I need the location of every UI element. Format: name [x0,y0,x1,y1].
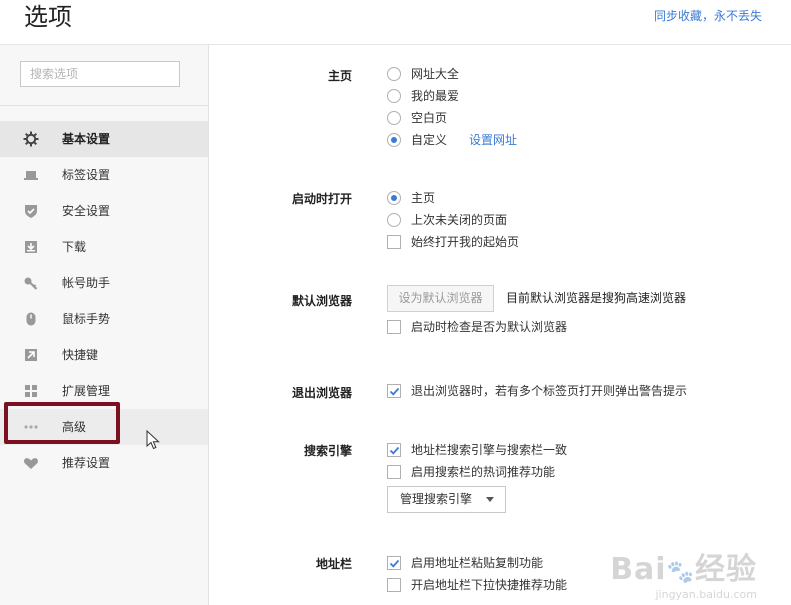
section-label-startup: 启动时打开 [291,192,352,206]
key-icon [22,274,40,292]
sidebar-item-label: 帐号助手 [62,276,111,290]
sidebar-item-label: 下载 [62,240,87,254]
radio-button-selected[interactable] [387,133,401,147]
baidu-jingyan-watermark: Bai🐾经验 jingyan.baidu.com [610,544,757,601]
section-label-search-engine: 搜索引擎 [303,444,352,458]
radio-button-selected[interactable] [387,191,401,205]
checkbox[interactable] [387,320,401,334]
radio-button[interactable] [387,67,401,81]
sidebar-item-recommended-settings[interactable]: 推荐设置 [0,445,208,481]
default-browser-status: 目前默认浏览器是搜狗高速浏览器 [506,291,687,305]
sidebar-item-security-settings[interactable]: 安全设置 [0,193,208,229]
sidebar-item-download[interactable]: 下载 [0,229,208,265]
heart-icon [22,454,40,472]
sidebar-item-shortcut-keys[interactable]: 快捷键 [0,337,208,373]
sync-favorites-link[interactable]: 同步收藏，永不丢失 [654,7,762,24]
watermark-logo: Bai🐾经验 [610,552,757,587]
header: 选项 同步收藏，永不丢失 [0,0,791,45]
sidebar-item-label: 鼠标手势 [62,312,111,326]
search-input[interactable] [20,61,180,87]
section-label-address-bar: 地址栏 [315,557,352,571]
gear-icon [22,130,40,148]
settings-content: 主页 网址大全 我的最爱 空白页 自定义 设置网址 启动时打开 主页 上次未关闭… [209,45,791,605]
section-label-default-browser: 默认浏览器 [291,294,352,308]
sidebar-item-label: 基本设置 [62,132,111,146]
set-url-link[interactable]: 设置网址 [469,131,517,149]
page-title: 选项 [24,3,72,31]
download-icon [22,238,40,256]
sidebar-item-account-assistant[interactable]: 帐号助手 [0,265,208,301]
checkbox[interactable] [387,465,401,479]
sidebar-item-mouse-gesture[interactable]: 鼠标手势 [0,301,208,337]
caret-down-icon [486,497,494,502]
sidebar-item-label: 推荐设置 [62,456,111,470]
checkbox-checked[interactable] [387,443,401,457]
sidebar-divider [0,105,208,106]
checkbox[interactable] [387,235,401,249]
set-default-browser-button[interactable]: 设为默认浏览器 [387,285,494,312]
checkbox-checked[interactable] [387,556,401,570]
manage-search-engine-dropdown[interactable]: 管理搜索引擎 [387,486,506,513]
mouse-cursor-icon [146,429,160,453]
manage-search-engine-label: 管理搜索引擎 [400,492,473,506]
sidebar-item-tab-settings[interactable]: 标签设置 [0,157,208,193]
sidebar-item-label: 安全设置 [62,204,111,218]
radio-button[interactable] [387,89,401,103]
shortcut-arrow-icon [22,346,40,364]
sidebar: 基本设置 标签设置 安全设置 下载 帐号助手 鼠标手势 快捷键 [0,45,209,605]
shield-check-icon [22,202,40,220]
checkbox-checked[interactable] [387,384,401,398]
radio-button[interactable] [387,213,401,227]
tab-icon [22,166,40,184]
sidebar-item-basic-settings[interactable]: 基本设置 [0,121,208,157]
watermark-url: jingyan.baidu.com [655,588,757,601]
sidebar-item-label: 标签设置 [62,168,111,182]
extension-icon [22,382,40,400]
checkbox[interactable] [387,578,401,592]
mouse-icon [22,310,40,328]
section-label-homepage: 主页 [327,69,352,83]
section-label-exit-browser: 退出浏览器 [291,386,352,400]
sidebar-item-label: 快捷键 [62,348,99,362]
annotation-highlight-box [4,402,120,444]
radio-button[interactable] [387,111,401,125]
